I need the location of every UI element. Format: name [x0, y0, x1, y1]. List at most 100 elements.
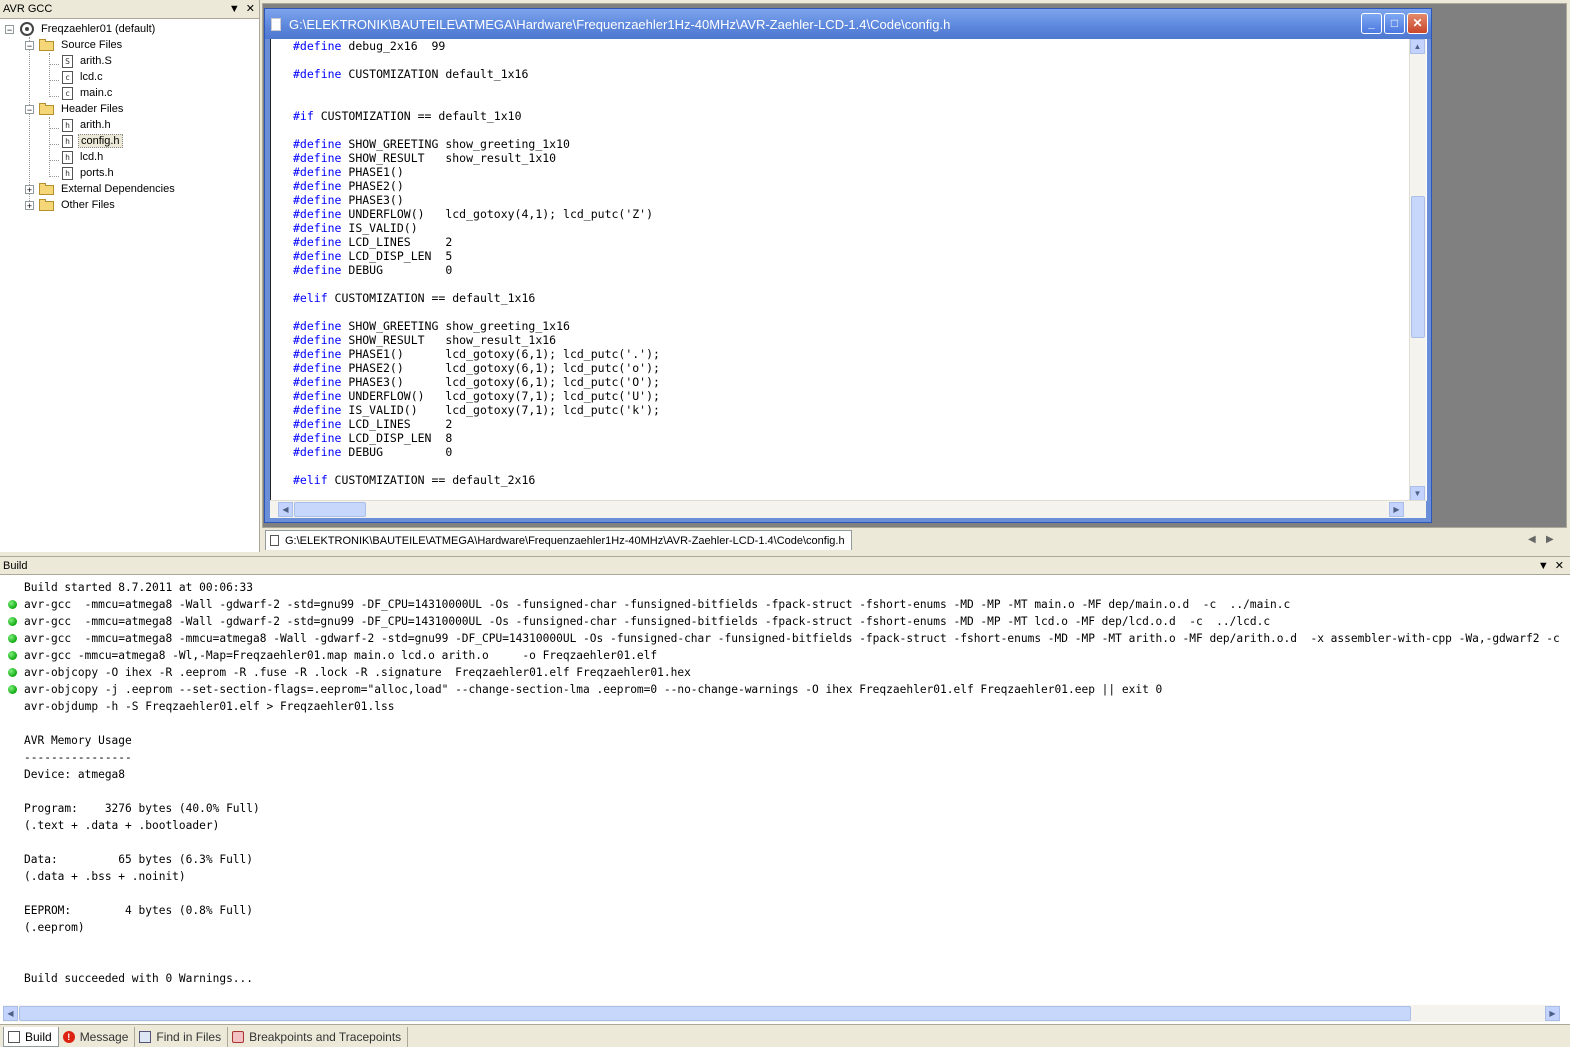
tree-item-main-c[interactable]: c main.c: [62, 85, 114, 101]
tree-item-label: Other Files: [61, 199, 115, 211]
tree-item-lcd-h[interactable]: h lcd.h: [62, 149, 105, 165]
tree-item-label: lcd.c: [80, 71, 103, 83]
tab-prev-icon[interactable]: ◀: [1528, 534, 1536, 545]
build-line-text: ----------------: [24, 751, 132, 764]
code-keyword: #define: [293, 375, 342, 389]
tree-item-label: Source Files: [61, 39, 123, 51]
tab-find-in-files[interactable]: Find in Files: [135, 1027, 229, 1047]
find-icon: [139, 1031, 152, 1043]
editor-horizontal-scrollbar[interactable]: ◀ ▶: [270, 500, 1426, 518]
build-line-text: Device: atmega8: [24, 768, 126, 781]
tree-item-other-files[interactable]: Other Files: [39, 197, 117, 213]
tab-next-icon[interactable]: ▶: [1546, 534, 1554, 545]
tree-item-label: ports.h: [80, 167, 114, 179]
code-text-span: UNDERFLOW() lcd_gotoxy(4,1); lcd_putc('Z…: [341, 207, 654, 221]
build-horizontal-scrollbar[interactable]: ◀ ▶: [3, 1005, 1560, 1022]
code-text-span: LCD_DISP_LEN 5: [341, 249, 453, 263]
minimize-button[interactable]: _: [1361, 13, 1382, 34]
scroll-thumb[interactable]: [1411, 196, 1425, 338]
code-keyword: #define: [293, 221, 342, 235]
code-keyword: #define: [293, 67, 342, 81]
tree-item-arith-s[interactable]: S arith.S: [62, 53, 114, 69]
code-line: #define PHASE2(): [293, 179, 1427, 193]
tab-message[interactable]: ! Message: [59, 1027, 136, 1047]
code-text-span: IS_VALID(): [341, 221, 418, 235]
code-keyword: #define: [293, 445, 342, 459]
build-output-line: [0, 783, 1560, 800]
document-icon: [271, 17, 281, 31]
build-output-text[interactable]: Build started 8.7.2011 at 00:06:33 avr-gc…: [0, 579, 1560, 1003]
editor-vertical-scrollbar[interactable]: ▲ ▼: [1409, 39, 1426, 501]
code-line: #define LCD_LINES 2: [293, 235, 1427, 249]
code-line: #define debug_2x16 99: [293, 39, 1427, 53]
tab-label: Breakpoints and Tracepoints: [249, 1030, 402, 1044]
success-dot-icon: [8, 600, 17, 609]
build-panel-title: Build: [3, 559, 28, 572]
code-keyword: #define: [293, 249, 342, 263]
scroll-thumb[interactable]: [294, 502, 366, 517]
project-tree: − − − + + Freqzaehler01 (default) Source…: [0, 19, 259, 539]
build-output-line: [0, 715, 1560, 732]
tree-item-source-files[interactable]: Source Files: [39, 37, 124, 53]
build-output-line: Build succeeded with 0 Warnings...: [0, 970, 1560, 987]
tree-item-external-dependencies[interactable]: External Dependencies: [39, 181, 177, 197]
build-output-line: EEPROM: 4 bytes (0.8% Full): [0, 902, 1560, 919]
expander-external-dependencies[interactable]: +: [25, 185, 34, 195]
scroll-left-button[interactable]: ◀: [3, 1006, 18, 1021]
code-line: #elif CUSTOMIZATION == default_2x16: [293, 473, 1427, 487]
code-text-span: LCD_DISP_LEN 8: [341, 431, 453, 445]
message-icon: !: [62, 1031, 75, 1043]
header-file-icon: h: [62, 134, 73, 148]
project-tree-title: AVR GCC: [3, 3, 53, 15]
scroll-left-button[interactable]: ◀: [278, 502, 293, 517]
code-text-span: LCD_LINES 2: [341, 417, 453, 431]
tab-breakpoints[interactable]: Breakpoints and Tracepoints: [228, 1027, 409, 1047]
build-close-icon[interactable]: ✕: [1555, 559, 1564, 573]
build-line-text: avr-gcc -mmcu=atmega8 -Wall -gdwarf-2 -s…: [24, 615, 1271, 628]
code-keyword: #define: [293, 137, 342, 151]
code-editor[interactable]: #define debug_2x16 99 #define CUSTOMIZATI…: [270, 39, 1427, 501]
tree-item-lcd-c[interactable]: c lcd.c: [62, 69, 105, 85]
maximize-button[interactable]: □: [1384, 13, 1405, 34]
build-output-line: (.data + .bss + .noinit): [0, 868, 1560, 885]
code-text-span: DEBUG 0: [341, 263, 453, 277]
project-icon: [20, 22, 34, 36]
tree-close-icon[interactable]: ✕: [246, 2, 255, 16]
tree-dropdown-icon[interactable]: ▼: [229, 2, 240, 16]
close-button[interactable]: ✕: [1407, 13, 1428, 34]
expander-source-files[interactable]: −: [25, 41, 34, 51]
document-tab-strip: G:\ELEKTRONIK\BAUTEILE\ATMEGA\Hardware\F…: [262, 527, 1567, 552]
build-line-text: (.eeprom): [24, 921, 85, 934]
tree-item-ports-h[interactable]: h ports.h: [62, 165, 116, 181]
build-line-text: avr-objcopy -j .eeprom --set-section-fla…: [24, 683, 1163, 696]
scroll-down-button[interactable]: ▼: [1410, 486, 1425, 501]
build-dropdown-icon[interactable]: ▼: [1538, 559, 1549, 573]
scroll-thumb[interactable]: [19, 1006, 1411, 1021]
code-keyword: #define: [293, 179, 342, 193]
tree-item-header-files[interactable]: Header Files: [39, 101, 125, 117]
expander-other-files[interactable]: +: [25, 201, 34, 211]
scroll-right-button[interactable]: ▶: [1389, 502, 1404, 517]
code-keyword: #elif: [293, 473, 328, 487]
tab-config-h[interactable]: G:\ELEKTRONIK\BAUTEILE\ATMEGA\Hardware\F…: [265, 530, 852, 550]
scroll-up-button[interactable]: ▲: [1410, 39, 1425, 54]
build-line-text: avr-gcc -mmcu=atmega8 -mmcu=atmega8 -Wal…: [24, 632, 1560, 645]
tab-label: Build: [25, 1029, 52, 1044]
tree-item-config-h[interactable]: h config.h: [62, 133, 123, 149]
code-line: #define PHASE3(): [293, 193, 1427, 207]
code-text-span: DEBUG 0: [341, 445, 453, 459]
scroll-right-button[interactable]: ▶: [1545, 1006, 1560, 1021]
build-output-line: (.text + .data + .bootloader): [0, 817, 1560, 834]
build-output-line: avr-objcopy -j .eeprom --set-section-fla…: [0, 681, 1560, 698]
code-text-span: IS_VALID() lcd_gotoxy(7,1); lcd_putc('k'…: [341, 403, 660, 417]
code-line: #define LCD_LINES 2: [293, 417, 1427, 431]
expander-header-files[interactable]: −: [25, 105, 34, 115]
tab-build[interactable]: Build: [3, 1027, 59, 1047]
code-line: #define SHOW_GREETING show_greeting_1x16: [293, 319, 1427, 333]
expander-project[interactable]: −: [5, 25, 14, 35]
editor-title-bar[interactable]: G:\ELEKTRONIK\BAUTEILE\ATMEGA\Hardware\F…: [265, 9, 1431, 39]
code-line: #define IS_VALID() lcd_gotoxy(7,1); lcd_…: [293, 403, 1427, 417]
build-output-line: avr-objdump -h -S Freqzaehler01.elf > Fr…: [0, 698, 1560, 715]
tree-item-arith-h[interactable]: h arith.h: [62, 117, 113, 133]
tree-item-project[interactable]: Freqzaehler01 (default): [20, 21, 157, 37]
